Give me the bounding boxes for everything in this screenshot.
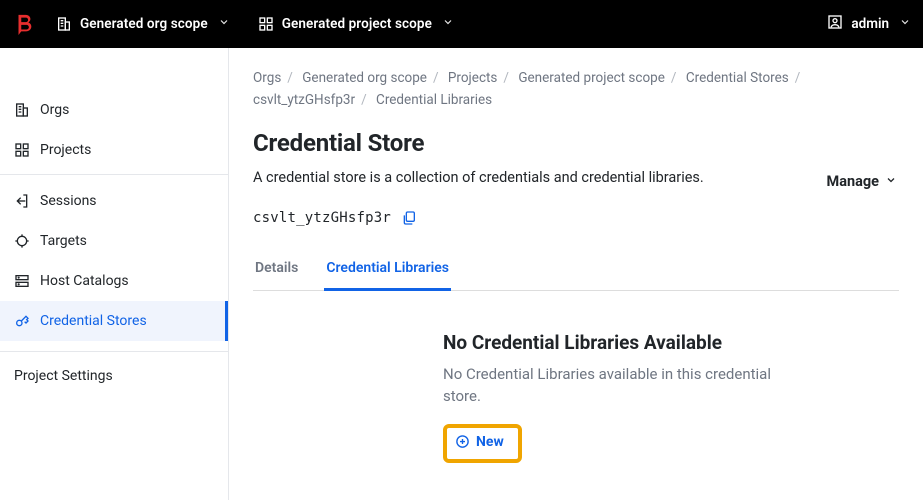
project-scope-picker[interactable]: Generated project scope xyxy=(250,10,462,38)
breadcrumb-link[interactable]: csvlt_ytzGHsfp3r xyxy=(253,92,355,108)
breadcrumb-link[interactable]: Orgs xyxy=(253,70,281,86)
app-shell: Orgs Projects Sessions Targets xyxy=(0,48,923,500)
sidebar-item-targets[interactable]: Targets xyxy=(0,221,228,261)
resource-id: csvlt_ytzGHsfp3r xyxy=(253,210,391,226)
tab-credential-libraries[interactable]: Credential Libraries xyxy=(324,250,451,291)
sidebar-item-label: Sessions xyxy=(40,193,97,209)
grid-icon xyxy=(14,142,30,158)
sidebar-item-label: Credential Stores xyxy=(40,313,147,329)
user-icon xyxy=(827,14,843,34)
breadcrumb: Orgs/ Generated org scope/ Projects/ Gen… xyxy=(253,68,899,111)
chevron-down-icon xyxy=(218,16,230,32)
key-icon xyxy=(14,313,30,329)
breadcrumb-link[interactable]: Generated org scope xyxy=(302,70,427,86)
org-icon xyxy=(14,102,30,118)
grid-icon xyxy=(258,16,274,32)
org-scope-picker[interactable]: Generated org scope xyxy=(48,10,238,38)
crosshair-icon xyxy=(14,233,30,249)
copy-icon[interactable] xyxy=(401,210,417,226)
empty-state: No Credential Libraries Available No Cre… xyxy=(253,291,813,463)
chevron-down-icon xyxy=(899,16,911,32)
main-content: Orgs/ Generated org scope/ Projects/ Gen… xyxy=(229,48,923,500)
manage-button[interactable]: Manage xyxy=(825,167,899,196)
exit-icon xyxy=(14,193,30,209)
page-title: Credential Store xyxy=(253,129,899,157)
breadcrumb-link[interactable]: Credential Stores xyxy=(686,70,789,86)
server-icon xyxy=(14,273,30,289)
empty-state-body: No Credential Libraries available in thi… xyxy=(443,364,773,408)
project-scope-label: Generated project scope xyxy=(282,16,432,32)
org-icon xyxy=(56,16,72,32)
sidebar-item-sessions[interactable]: Sessions xyxy=(0,181,228,221)
sidebar-item-label: Targets xyxy=(40,233,87,249)
page-subtitle: A credential store is a collection of cr… xyxy=(253,167,704,189)
brand-logo[interactable] xyxy=(12,12,36,36)
chevron-down-icon xyxy=(442,16,454,32)
sidebar-item-host-catalogs[interactable]: Host Catalogs xyxy=(0,261,228,301)
breadcrumb-link[interactable]: Generated project scope xyxy=(518,70,665,86)
user-menu[interactable]: admin xyxy=(827,14,911,34)
sidebar-item-project-settings[interactable]: Project Settings xyxy=(0,351,228,400)
new-button[interactable]: New xyxy=(455,434,504,450)
sidebar-item-orgs[interactable]: Orgs xyxy=(0,90,228,130)
sidebar-item-label: Project Settings xyxy=(14,368,113,384)
org-scope-label: Generated org scope xyxy=(80,16,208,32)
empty-state-heading: No Credential Libraries Available xyxy=(443,331,813,354)
plus-circle-icon xyxy=(455,434,470,449)
breadcrumb-link[interactable]: Projects xyxy=(448,70,498,86)
breadcrumb-current: Credential Libraries xyxy=(376,92,492,108)
resource-id-row: csvlt_ytzGHsfp3r xyxy=(253,210,899,226)
sidebar-item-credential-stores[interactable]: Credential Stores xyxy=(0,301,228,341)
tabs: Details Credential Libraries xyxy=(253,250,899,291)
sidebar-item-label: Projects xyxy=(40,142,91,158)
new-button-label: New xyxy=(476,434,504,450)
sidebar-item-label: Host Catalogs xyxy=(40,273,129,289)
top-bar: Generated org scope Generated project sc… xyxy=(0,0,923,48)
user-label: admin xyxy=(851,16,889,32)
tab-details[interactable]: Details xyxy=(253,250,300,291)
new-button-highlight: New xyxy=(443,424,522,464)
sidebar-item-projects[interactable]: Projects xyxy=(0,130,228,170)
chevron-down-icon xyxy=(885,173,897,190)
manage-label: Manage xyxy=(827,173,879,190)
sidebar: Orgs Projects Sessions Targets xyxy=(0,48,229,500)
sidebar-item-label: Orgs xyxy=(40,102,69,118)
